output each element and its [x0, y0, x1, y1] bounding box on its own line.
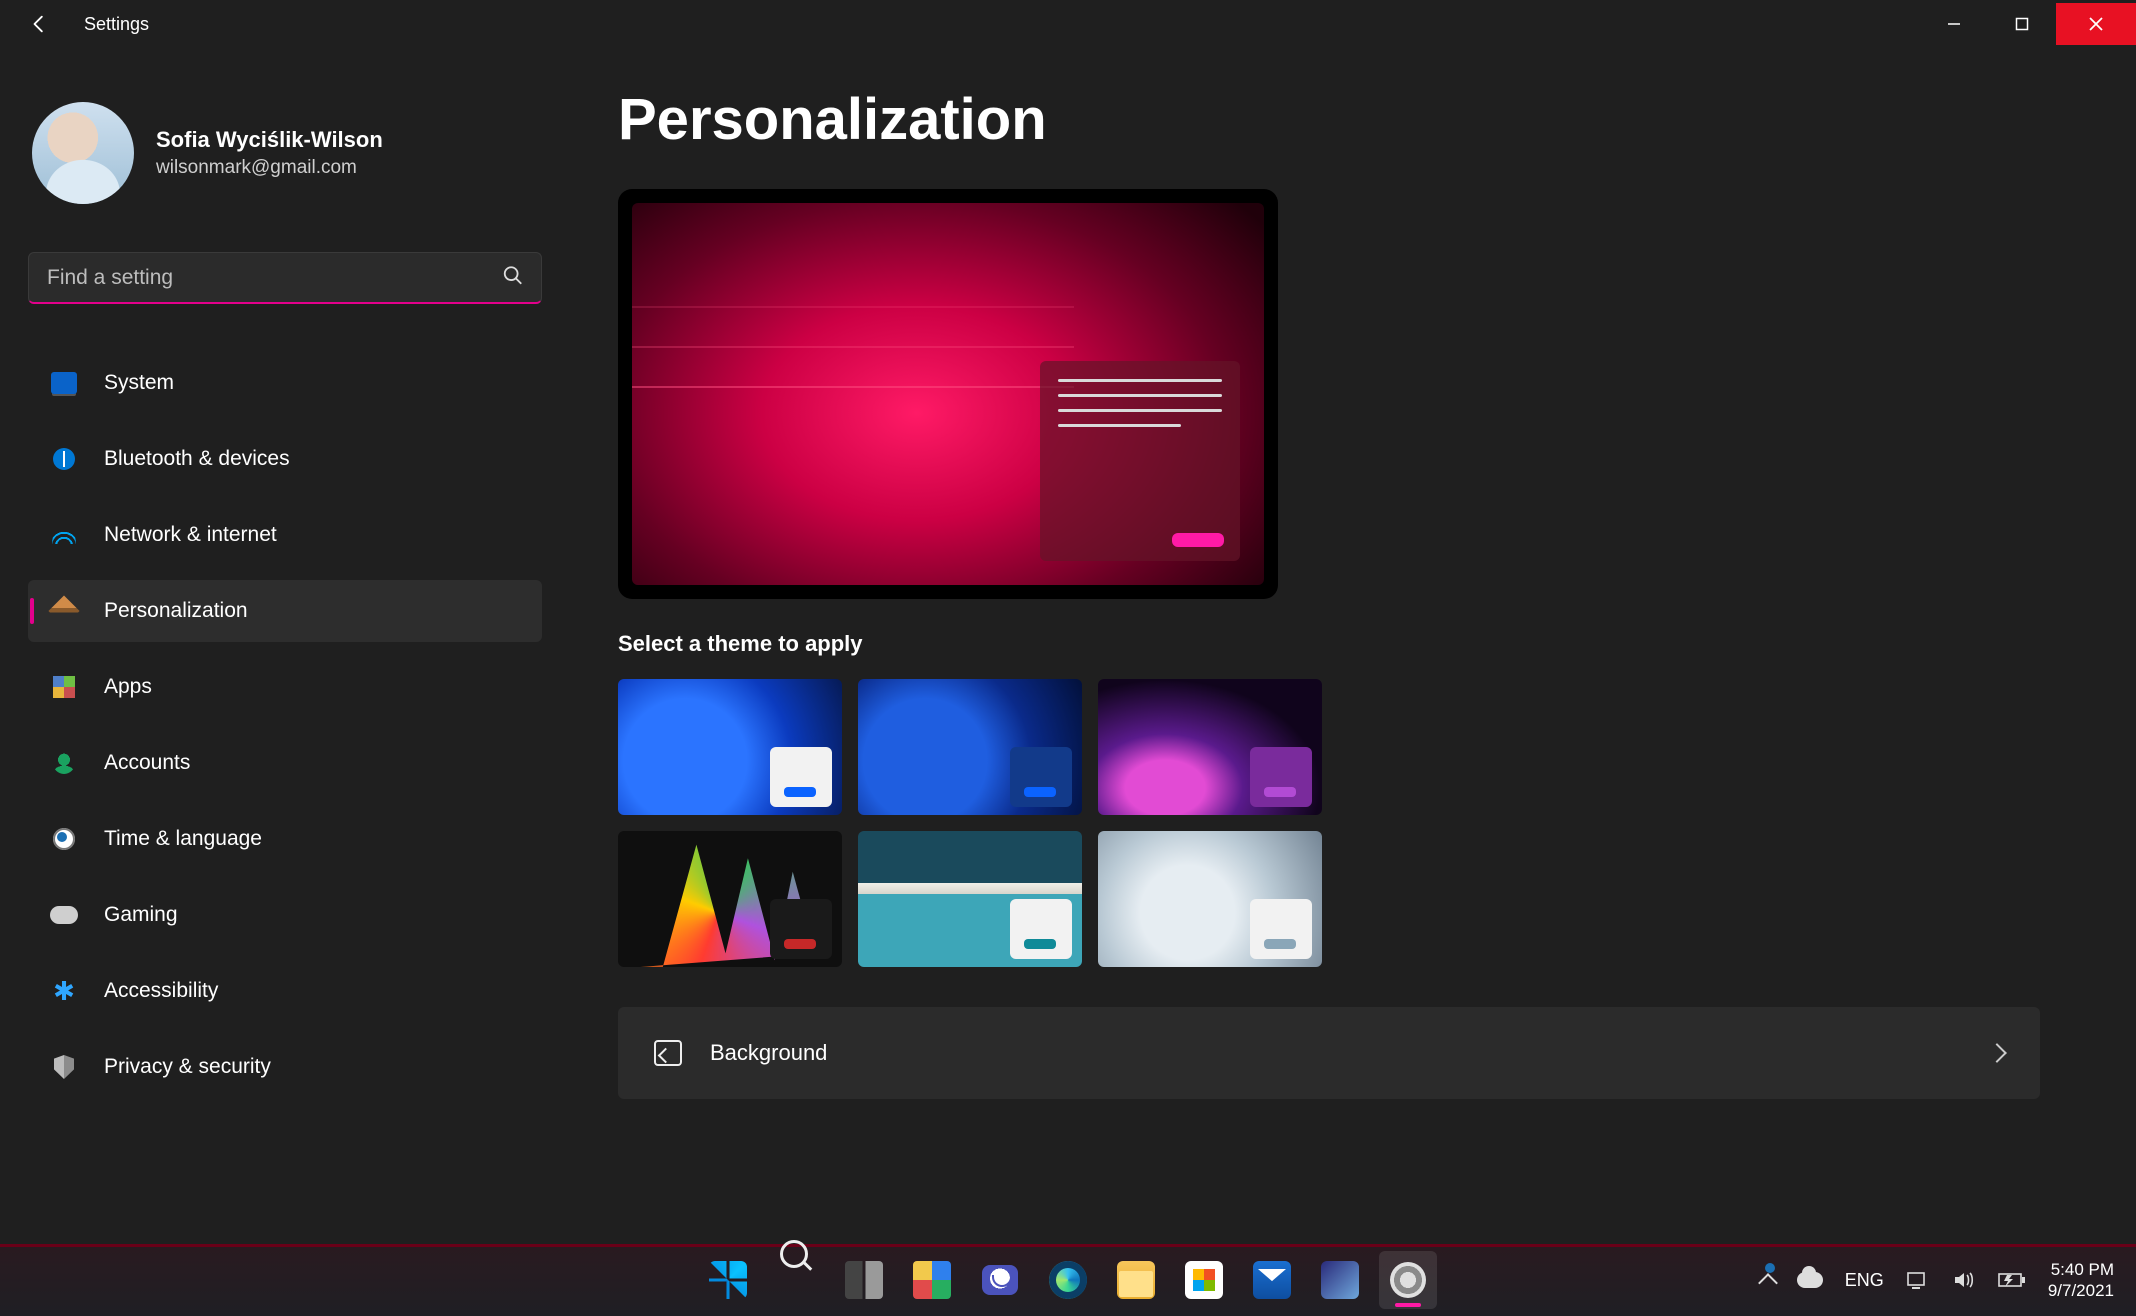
search-input[interactable] [28, 252, 542, 304]
brush-icon [50, 597, 78, 625]
nav-list: System Bluetooth & devices Network & int… [28, 352, 542, 1098]
nav-item-accessibility[interactable]: ✱ Accessibility [28, 960, 542, 1022]
nav-label: Bluetooth & devices [104, 447, 290, 471]
nav-item-privacy[interactable]: Privacy & security [28, 1036, 542, 1098]
nav-item-accounts[interactable]: Accounts [28, 732, 542, 794]
nav-label: System [104, 371, 174, 395]
widgets-button[interactable] [903, 1251, 961, 1309]
window-title: Settings [84, 14, 149, 35]
file-explorer-button[interactable] [1107, 1251, 1165, 1309]
chat-button[interactable] [971, 1251, 1029, 1309]
nav-label: Gaming [104, 903, 178, 927]
taskbar-date: 9/7/2021 [2048, 1280, 2114, 1301]
taskbar-time: 5:40 PM [2048, 1259, 2114, 1280]
nav-item-network[interactable]: Network & internet [28, 504, 542, 566]
theme-option-1[interactable] [618, 679, 842, 815]
network-tray-icon[interactable] [1906, 1269, 1930, 1291]
nav-label: Apps [104, 675, 152, 699]
nav-item-apps[interactable]: Apps [28, 656, 542, 718]
search-icon [502, 265, 524, 292]
bluetooth-icon [50, 445, 78, 473]
edge-button[interactable] [1039, 1251, 1097, 1309]
battery-tray-icon[interactable] [1998, 1271, 2026, 1289]
page-heading: Personalization [618, 86, 2088, 153]
theme-section-label: Select a theme to apply [618, 631, 2088, 657]
theme-option-2[interactable] [858, 679, 1082, 815]
user-block[interactable]: Sofia Wyciślik-Wilson wilsonmark@gmail.c… [28, 102, 542, 204]
user-email: wilsonmark@gmail.com [156, 157, 383, 179]
close-button[interactable] [2056, 3, 2136, 45]
mail-button[interactable] [1243, 1251, 1301, 1309]
preview-widget [1040, 361, 1240, 561]
monitor-icon [50, 369, 78, 397]
theme-option-5[interactable] [858, 831, 1082, 967]
onedrive-icon[interactable] [1797, 1272, 1823, 1288]
user-name: Sofia Wyciślik-Wilson [156, 127, 383, 153]
avatar [32, 102, 134, 204]
titlebar: Settings [0, 0, 2136, 48]
minimize-button[interactable] [1920, 3, 1988, 45]
taskbar: ENG 5:40 PM 9/7/2021 [0, 1244, 2136, 1316]
store-button[interactable] [1175, 1251, 1233, 1309]
wifi-icon [50, 521, 78, 549]
account-icon [50, 749, 78, 777]
nav-item-time-language[interactable]: Time & language [28, 808, 542, 870]
language-indicator[interactable]: ENG [1845, 1270, 1884, 1291]
row-background[interactable]: Background [618, 1007, 2040, 1099]
theme-option-3[interactable] [1098, 679, 1322, 815]
nav-item-personalization[interactable]: Personalization [28, 580, 542, 642]
theme-grid [618, 679, 2088, 967]
nav-label: Time & language [104, 827, 262, 851]
theme-option-6[interactable] [1098, 831, 1322, 967]
picture-icon [654, 1040, 682, 1066]
chevron-right-icon [1987, 1043, 2007, 1063]
shield-icon [50, 1053, 78, 1081]
nav-label: Network & internet [104, 523, 277, 547]
preview-wallpaper [632, 203, 1264, 585]
theme-option-4[interactable] [618, 831, 842, 967]
volume-tray-icon[interactable] [1952, 1269, 1976, 1291]
gamepad-icon [50, 901, 78, 929]
photos-button[interactable] [1311, 1251, 1369, 1309]
apps-icon [50, 673, 78, 701]
nav-label: Accounts [104, 751, 190, 775]
system-tray: ENG 5:40 PM 9/7/2021 [1761, 1259, 2124, 1302]
taskbar-search[interactable] [767, 1251, 825, 1309]
back-button[interactable] [24, 8, 56, 40]
taskbar-clock[interactable]: 5:40 PM 9/7/2021 [2048, 1259, 2114, 1302]
row-label: Background [710, 1040, 827, 1066]
task-view[interactable] [835, 1251, 893, 1309]
start-button[interactable] [699, 1251, 757, 1309]
tray-overflow[interactable] [1758, 1273, 1778, 1293]
nav-item-bluetooth[interactable]: Bluetooth & devices [28, 428, 542, 490]
accessibility-icon: ✱ [50, 977, 78, 1005]
nav-item-system[interactable]: System [28, 352, 542, 414]
nav-label: Personalization [104, 599, 248, 623]
content: Personalization Select a theme to apply … [570, 48, 2136, 1244]
search-box [28, 252, 542, 304]
nav-label: Accessibility [104, 979, 218, 1003]
desktop-preview [618, 189, 1278, 599]
nav-label: Privacy & security [104, 1055, 271, 1079]
nav-item-gaming[interactable]: Gaming [28, 884, 542, 946]
maximize-button[interactable] [1988, 3, 2056, 45]
taskbar-center [699, 1251, 1437, 1309]
clock-icon [50, 825, 78, 853]
sidebar: Sofia Wyciślik-Wilson wilsonmark@gmail.c… [0, 48, 570, 1244]
settings-taskbar-button[interactable] [1379, 1251, 1437, 1309]
